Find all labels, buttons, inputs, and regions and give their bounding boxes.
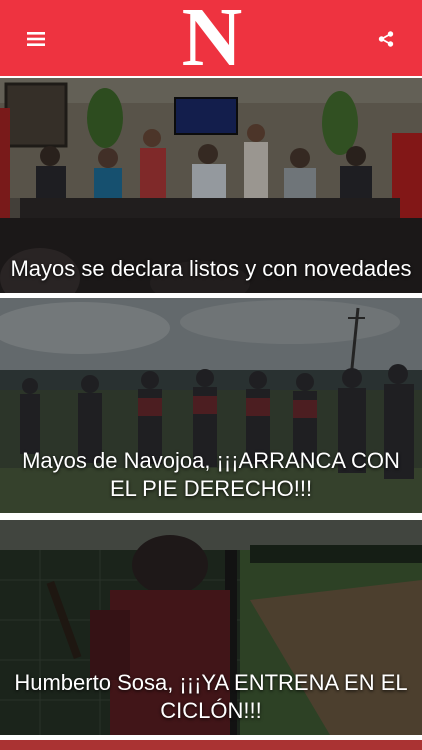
brand-logo[interactable]: N [150, 0, 272, 80]
top-app-bar: N [0, 0, 422, 80]
article-headline[interactable]: Humberto Sosa, ¡¡¡YA ENTRENA EN EL CICLÓ… [6, 669, 416, 725]
menu-button[interactable] [22, 26, 50, 52]
news-card[interactable]: Mayos se declara listos y con novedades [0, 78, 422, 293]
news-card[interactable]: Humberto Sosa, ¡¡¡YA ENTRENA EN EL CICLÓ… [0, 520, 422, 735]
hamburger-menu-icon [27, 32, 45, 46]
share-button[interactable] [372, 26, 400, 52]
share-icon [378, 31, 394, 47]
news-card-partial[interactable] [0, 740, 422, 750]
article-headline[interactable]: Mayos de Navojoa, ¡¡¡ARRANCA CON EL PIE … [6, 447, 416, 503]
article-headline[interactable]: Mayos se declara listos y con novedades [6, 255, 416, 283]
news-card[interactable]: Mayos de Navojoa, ¡¡¡ARRANCA CON EL PIE … [0, 298, 422, 513]
